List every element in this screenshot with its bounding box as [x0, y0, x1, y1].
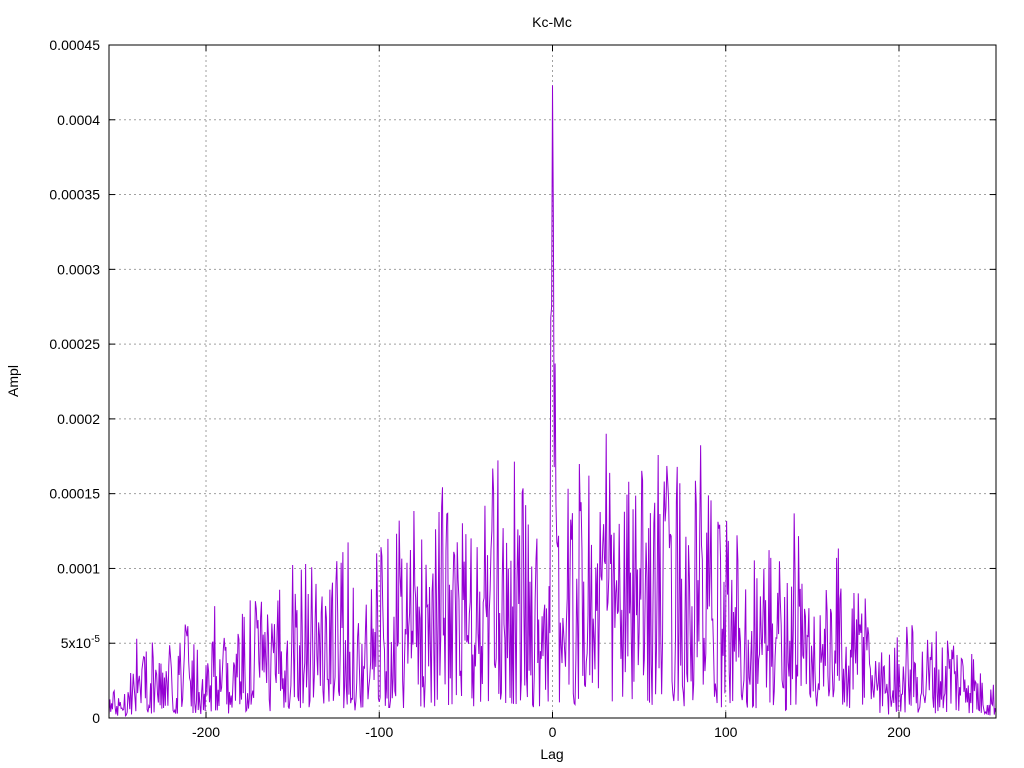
y-tick-label-exponent: -5	[91, 634, 100, 645]
y-tick-label: 0.0003	[57, 261, 100, 277]
y-axis-label: Ampl	[5, 365, 21, 397]
y-tick-label: 0.00035	[49, 187, 100, 203]
x-tick-label: 200	[887, 724, 911, 740]
chart: -200 -100 0 100 200 0 5x10-5 0.0001 0.00015 0.000…	[0, 0, 1024, 768]
x-tick-label: 100	[714, 724, 738, 740]
chart-title: Kc-Mc	[532, 14, 572, 30]
y-tick-label: 0.0004	[57, 112, 100, 128]
x-tick-label: 0	[549, 724, 557, 740]
y-tick-label: 0.00045	[49, 37, 100, 53]
y-tick-label: 0.00015	[49, 486, 100, 502]
y-tick-label: 0.0002	[57, 411, 100, 427]
y-tick-label: 0.00025	[49, 336, 100, 352]
y-tick-label: 0	[92, 710, 100, 726]
x-axis-label: Lag	[540, 746, 563, 762]
x-tick-label: -200	[192, 724, 220, 740]
y-tick-label: 0.0001	[57, 560, 100, 576]
x-tick-label: -100	[365, 724, 393, 740]
y-tick-label-base: 5x10	[61, 635, 92, 651]
